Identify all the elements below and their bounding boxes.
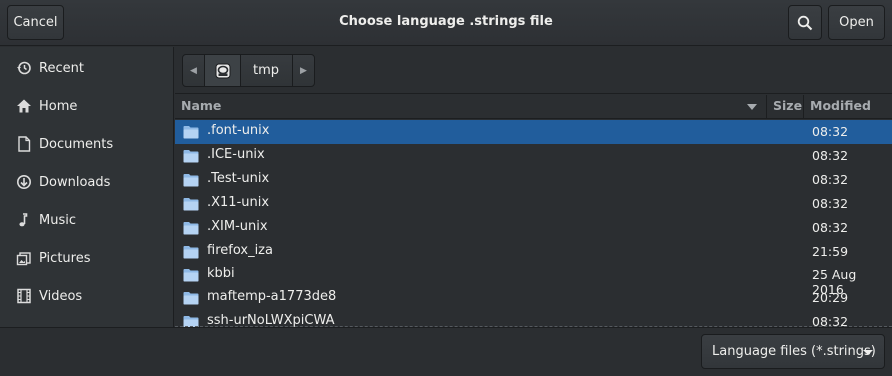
sidebar-item-label: Videos <box>39 288 83 304</box>
sort-descending-icon <box>747 104 757 110</box>
file-name: .X11-unix <box>207 195 270 210</box>
pictures-icon <box>15 249 33 267</box>
folder-icon <box>183 198 199 211</box>
sidebar-item-downloads[interactable]: Downloads <box>0 164 173 200</box>
file-name: .Test-unix <box>207 171 270 186</box>
file-row[interactable]: .Test-unix 08:32 <box>175 168 892 192</box>
search-icon <box>797 15 813 30</box>
folder-icon <box>183 269 199 282</box>
file-row[interactable]: .XIM-unix 08:32 <box>175 216 892 240</box>
sidebar-item-videos[interactable]: Videos <box>0 278 173 314</box>
drive-icon <box>215 63 230 78</box>
file-row[interactable]: kbbi 25 Aug 2016 <box>175 263 892 297</box>
file-name: maftemp-a1773de8 <box>207 289 337 304</box>
column-header-row: Name Size Modified <box>175 95 892 119</box>
column-header-modified[interactable]: Modified <box>810 98 871 113</box>
file-modified: 20:29 <box>812 290 849 305</box>
folder-icon <box>183 174 199 187</box>
sidebar-item-label: Downloads <box>39 174 111 190</box>
file-name: .ICE-unix <box>207 147 265 162</box>
videos-icon <box>15 287 33 305</box>
file-row[interactable]: firefox_iza 21:59 <box>175 240 892 264</box>
places-sidebar: Recent Home Documents Downloads Music Pi… <box>0 47 174 327</box>
dialog-footer: Language files (*.strings) <box>0 327 892 376</box>
music-icon <box>15 211 33 229</box>
column-header-name[interactable]: Name <box>181 98 221 113</box>
sidebar-item-recent[interactable]: Recent <box>0 50 173 86</box>
path-scroll-right-button[interactable]: ▶ <box>292 55 314 86</box>
path-breadcrumb: ◀ tmp ▶ <box>182 54 315 87</box>
sidebar-item-music[interactable]: Music <box>0 202 173 238</box>
column-separator <box>766 95 767 119</box>
sidebar-item-label: Documents <box>39 136 114 152</box>
search-button[interactable] <box>788 5 822 40</box>
file-name: firefox_iza <box>207 243 273 258</box>
sidebar-item-label: Recent <box>39 60 84 76</box>
path-bar: ◀ tmp ▶ <box>175 47 892 94</box>
file-modified: 08:32 <box>812 124 849 139</box>
open-button[interactable]: Open <box>828 5 885 40</box>
file-name: .XIM-unix <box>207 219 268 234</box>
sidebar-item-pictures[interactable]: Pictures <box>0 240 173 276</box>
dialog-title: Choose language .strings file <box>339 14 553 29</box>
column-separator <box>803 95 804 119</box>
file-row[interactable]: .X11-unix 08:32 <box>175 192 892 216</box>
home-icon <box>15 97 33 115</box>
path-root-button[interactable] <box>205 55 241 86</box>
path-segment-tmp[interactable]: tmp <box>241 55 291 86</box>
file-modified: 08:32 <box>812 220 849 235</box>
chevron-down-icon <box>863 350 873 355</box>
file-modified: 08:32 <box>812 196 849 211</box>
folder-icon <box>183 292 199 305</box>
file-name: ssh-urNoLWXpiCWA <box>207 313 335 327</box>
header-bar: Cancel Choose language .strings file Ope… <box>0 0 892 46</box>
file-name: .font-unix <box>207 123 270 138</box>
file-modified: 08:32 <box>812 172 849 187</box>
path-scroll-left-button[interactable]: ◀ <box>183 55 205 86</box>
sidebar-item-label: Pictures <box>39 250 91 266</box>
file-filter-dropdown[interactable]: Language files (*.strings) <box>701 334 885 369</box>
file-list[interactable]: .font-unix 08:32 .ICE-unix 08:32 .Test-u… <box>175 120 892 327</box>
file-filter-label: Language files (*.strings) <box>712 344 876 359</box>
documents-icon <box>15 135 33 153</box>
file-row[interactable]: maftemp-a1773de8 20:29 <box>175 286 892 310</box>
sidebar-item-home[interactable]: Home <box>0 88 173 124</box>
file-modified: 08:32 <box>812 148 849 163</box>
folder-icon <box>183 222 199 235</box>
file-name: kbbi <box>207 266 235 281</box>
folder-icon <box>183 150 199 163</box>
file-modified: 21:59 <box>812 244 849 259</box>
sidebar-item-label: Music <box>39 212 76 228</box>
sidebar-item-label: Home <box>39 98 78 114</box>
column-header-size[interactable]: Size <box>773 98 802 113</box>
file-row[interactable]: ssh-urNoLWXpiCWA 08:32 <box>175 310 892 327</box>
cancel-button[interactable]: Cancel <box>7 5 64 40</box>
folder-icon <box>183 126 199 139</box>
file-row[interactable]: .ICE-unix 08:32 <box>175 144 892 168</box>
downloads-icon <box>15 173 33 191</box>
file-row[interactable]: .font-unix 08:32 <box>175 120 892 144</box>
folder-icon <box>183 246 199 259</box>
recent-icon <box>15 59 33 77</box>
sidebar-item-documents[interactable]: Documents <box>0 126 173 162</box>
